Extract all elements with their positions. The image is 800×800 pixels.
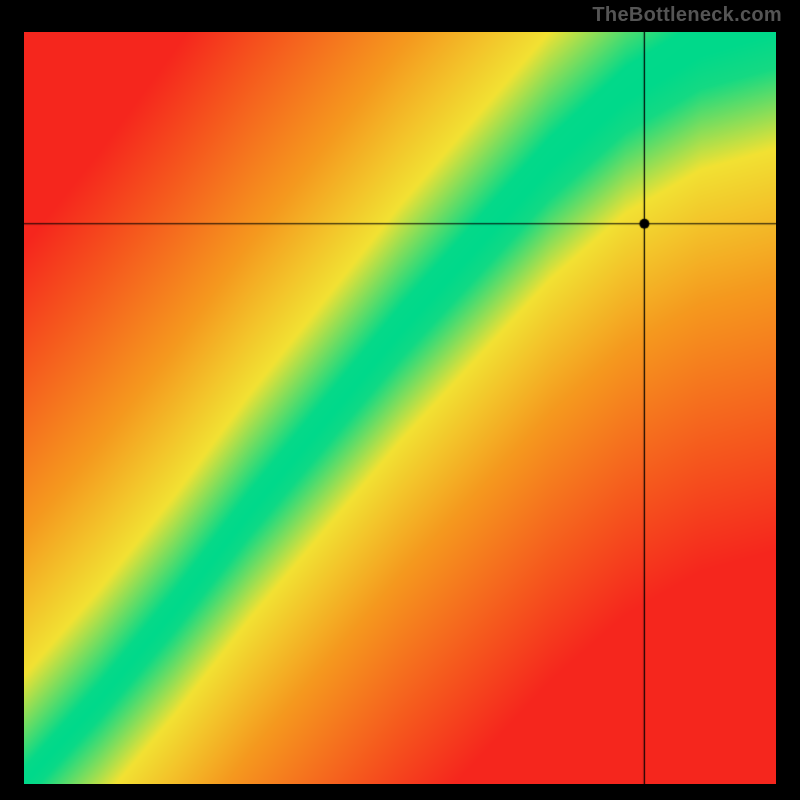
bottleneck-heatmap bbox=[24, 32, 776, 784]
watermark-text: TheBottleneck.com bbox=[592, 4, 782, 27]
chart-container: TheBottleneck.com bbox=[0, 0, 800, 800]
